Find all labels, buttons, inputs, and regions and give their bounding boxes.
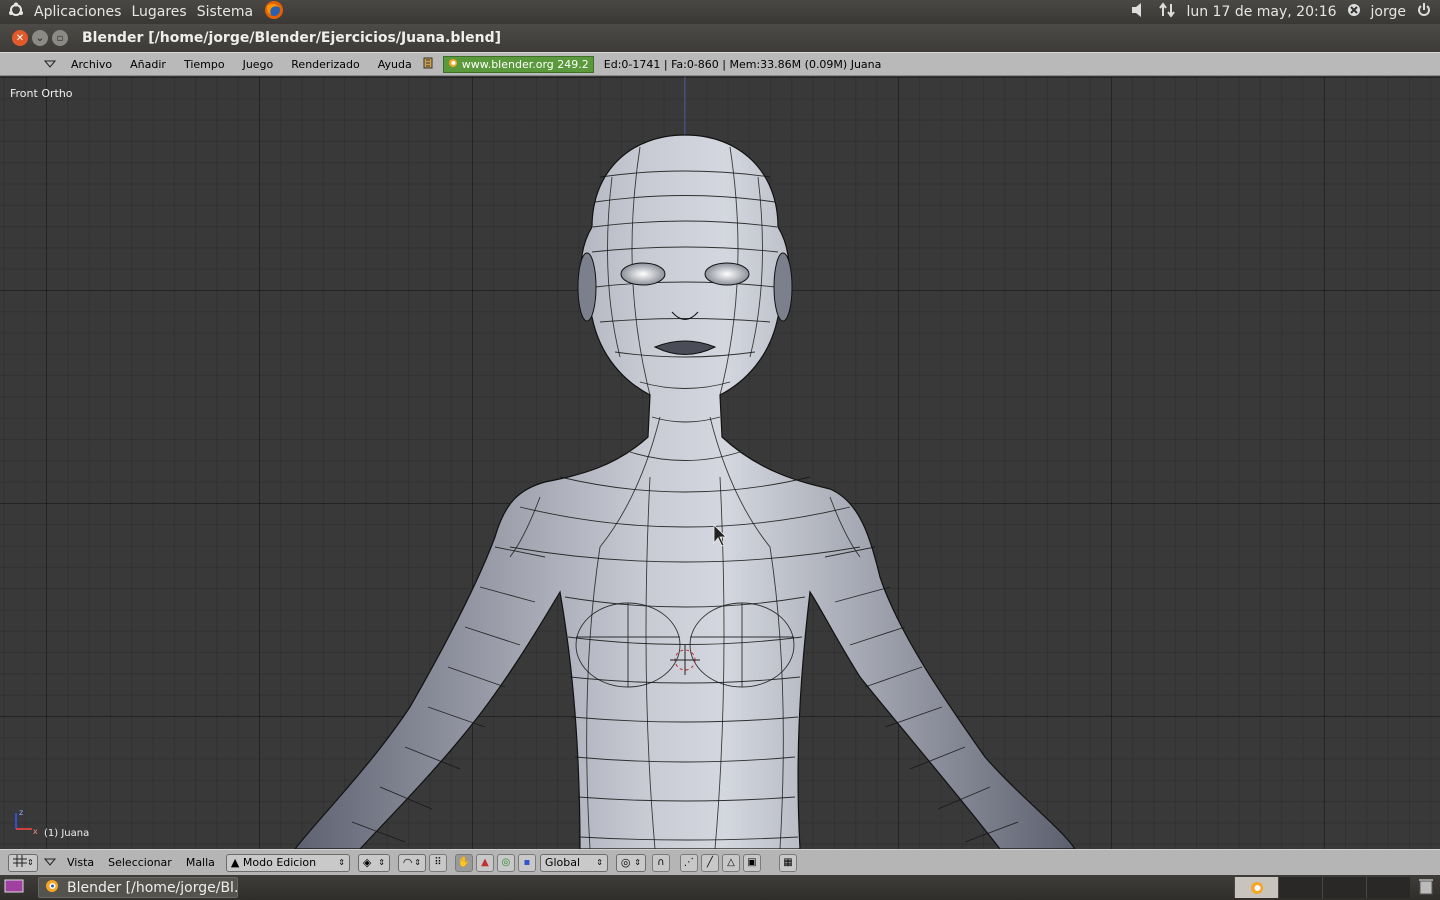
right-ear [773,252,793,322]
snap-button[interactable]: ∩ [651,853,670,872]
face-select-button[interactable]: △ [721,853,740,872]
bottom-taskbar: Blender [/home/jorge/Bl... [0,875,1440,900]
workspace-2[interactable] [1278,877,1322,898]
clock[interactable]: lun 17 de may, 20:16 [1186,4,1336,20]
3d-view-header: ⇕ Vista Seleccionar Malla ▲ Modo Edicion… [0,849,1440,875]
editor-type-select[interactable]: ⇕ [8,853,38,872]
svg-text:z: z [19,808,23,817]
vertex-select-button[interactable]: ⋰ [679,853,698,872]
window-titlebar[interactable]: ✕ ⌄ ▫ Blender [/home/jorge/Blender/Ejerc… [0,24,1440,52]
scale-manipulator-button[interactable]: ▪ [517,853,536,872]
top-panel: Aplicaciones Lugares Sistema lun 17 de m… [0,0,1440,24]
menu-anadir[interactable]: Añadir [121,58,175,71]
translate-manipulator-button[interactable]: ▲ [475,853,494,872]
left-ear [577,252,597,322]
trash-icon[interactable] [1418,877,1434,899]
volume-icon[interactable] [1130,2,1148,22]
blender-url-badge[interactable]: www.blender.org 249.2 [442,55,594,73]
chevron-updown-icon: ⇕ [378,858,385,867]
url-text: www.blender.org 249.2 [461,57,589,71]
right-eye [704,262,750,286]
menu-vista[interactable]: Vista [60,856,101,869]
menu-sistema[interactable]: Sistema [197,4,253,20]
menu-lugares[interactable]: Lugares [131,4,186,20]
user-name[interactable]: jorge [1371,4,1406,20]
workspace-4[interactable] [1366,877,1410,898]
circle-icon: ◎ [501,857,511,868]
triangle-icon: ▲ [481,857,489,868]
pivot-icon: ◠ [402,856,413,869]
ubuntu-logo-icon[interactable] [8,2,24,22]
3d-viewport[interactable]: Front Ortho z x (1) Juana [0,77,1440,849]
network-icon[interactable] [1158,2,1176,22]
vertex-select-icon: ⋰ [683,857,694,868]
axis-gizmo-icon: z x [15,808,38,835]
menu-renderizado[interactable]: Renderizado [282,58,368,71]
chevron-updown-icon: ⇕ [338,858,345,867]
square-icon: ▪ [523,857,531,868]
chevron-updown-icon: ⇕ [634,858,641,867]
menu-seleccionar[interactable]: Seleccionar [101,856,179,869]
chevron-updown-icon: ⇕ [414,858,421,867]
edge-select-icon: ╱ [706,857,713,868]
align-button[interactable]: ⠿ [428,853,447,872]
face-select-icon: △ [727,857,735,868]
proportional-edit-icon: ◎ [620,856,631,869]
maximize-window-button[interactable]: ▫ [52,30,68,46]
svg-text:x: x [33,827,38,835]
cube-icon: ▣ [747,857,757,868]
mesh-model[interactable] [0,77,1440,849]
power-icon[interactable] [1416,2,1432,22]
chevron-updown-icon: ⇕ [596,858,603,867]
image-icon: ▦ [783,857,793,868]
left-eye [620,262,666,286]
solid-shading-icon: ◈ [362,856,372,869]
grid-icon [13,855,27,870]
menu-malla[interactable]: Malla [179,856,222,869]
window-title: Blender [/home/jorge/Blender/Ejercicios/… [82,30,502,46]
workspace-1[interactable] [1234,877,1278,898]
collapse-header-icon[interactable] [43,58,57,71]
chevron-updown-icon: ⇕ [27,858,34,867]
edit-mode-icon: ▲ [230,856,240,869]
rotate-manipulator-button[interactable]: ◎ [496,853,515,872]
manipulator-toggle[interactable]: ✋ [454,853,473,872]
collapse-menu-icon[interactable] [43,856,57,869]
scene-icon[interactable] [421,56,435,73]
minimize-window-button[interactable]: ⌄ [32,30,48,46]
menu-aplicaciones[interactable]: Aplicaciones [34,4,121,20]
menu-archivo[interactable]: Archivo [62,58,121,71]
hand-icon: ✋ [457,857,471,868]
user-status-icon[interactable] [1347,3,1361,21]
taskbar-item-label: Blender [/home/jorge/Bl... [67,879,238,896]
active-object-label: (1) Juana [44,828,90,839]
render-preview-button[interactable]: ▦ [778,853,797,872]
blender-info-header: Archivo Añadir Tiempo Juego Renderizado … [0,52,1440,76]
proportional-edit-select[interactable]: ◎ ⇕ [615,853,646,872]
workspace-switcher[interactable] [1234,877,1434,899]
blender-logo-icon [45,879,59,897]
mode-label: Modo Edicion [242,856,317,869]
workspace-3[interactable] [1322,877,1366,898]
magnet-icon: ∩ [657,857,665,868]
edge-select-button[interactable]: ╱ [700,853,719,872]
dots-grid-icon: ⠿ [434,857,442,868]
blender-logo-icon [448,58,458,71]
taskbar-item-blender[interactable]: Blender [/home/jorge/Bl... [38,877,238,898]
mode-select[interactable]: ▲ Modo Edicion ⇕ [225,853,350,872]
menu-juego[interactable]: Juego [234,58,283,71]
pivot-select[interactable]: ◠ ⇕ [397,853,426,872]
orientation-label: Global [544,856,581,869]
menu-tiempo[interactable]: Tiempo [175,58,234,71]
show-desktop-icon[interactable] [4,879,24,897]
occlude-geometry-button[interactable]: ▣ [742,853,761,872]
orientation-select[interactable]: Global ⇕ [539,853,608,872]
menu-ayuda[interactable]: Ayuda [369,58,421,71]
scene-stats: Ed:0-1741 | Fa:0-860 | Mem:33.86M (0.09M… [603,57,882,71]
draw-type-select[interactable]: ◈ ⇕ [357,853,390,872]
close-window-button[interactable]: ✕ [12,30,28,46]
firefox-icon[interactable] [263,0,285,25]
